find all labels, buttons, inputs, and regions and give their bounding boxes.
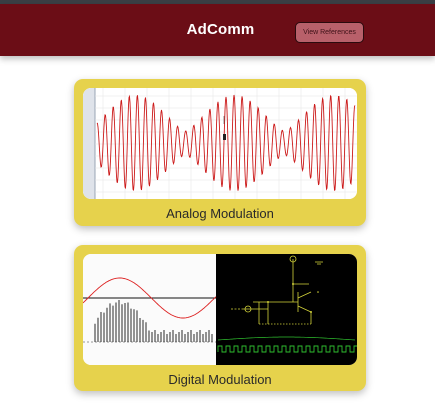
card-label-analog: Analog Modulation [166,206,274,221]
view-references-button[interactable]: View References [295,22,364,43]
app-header: AdComm View References [0,4,435,56]
app-title: AdComm [186,21,255,38]
analog-modulation-card[interactable]: Analog Modulation [74,79,366,226]
digital-modulation-card[interactable]: Digital Modulation [74,245,366,391]
digital-modulation-image [83,254,357,365]
analog-modulation-image [83,88,357,199]
card-label-digital: Digital Modulation [168,372,272,387]
